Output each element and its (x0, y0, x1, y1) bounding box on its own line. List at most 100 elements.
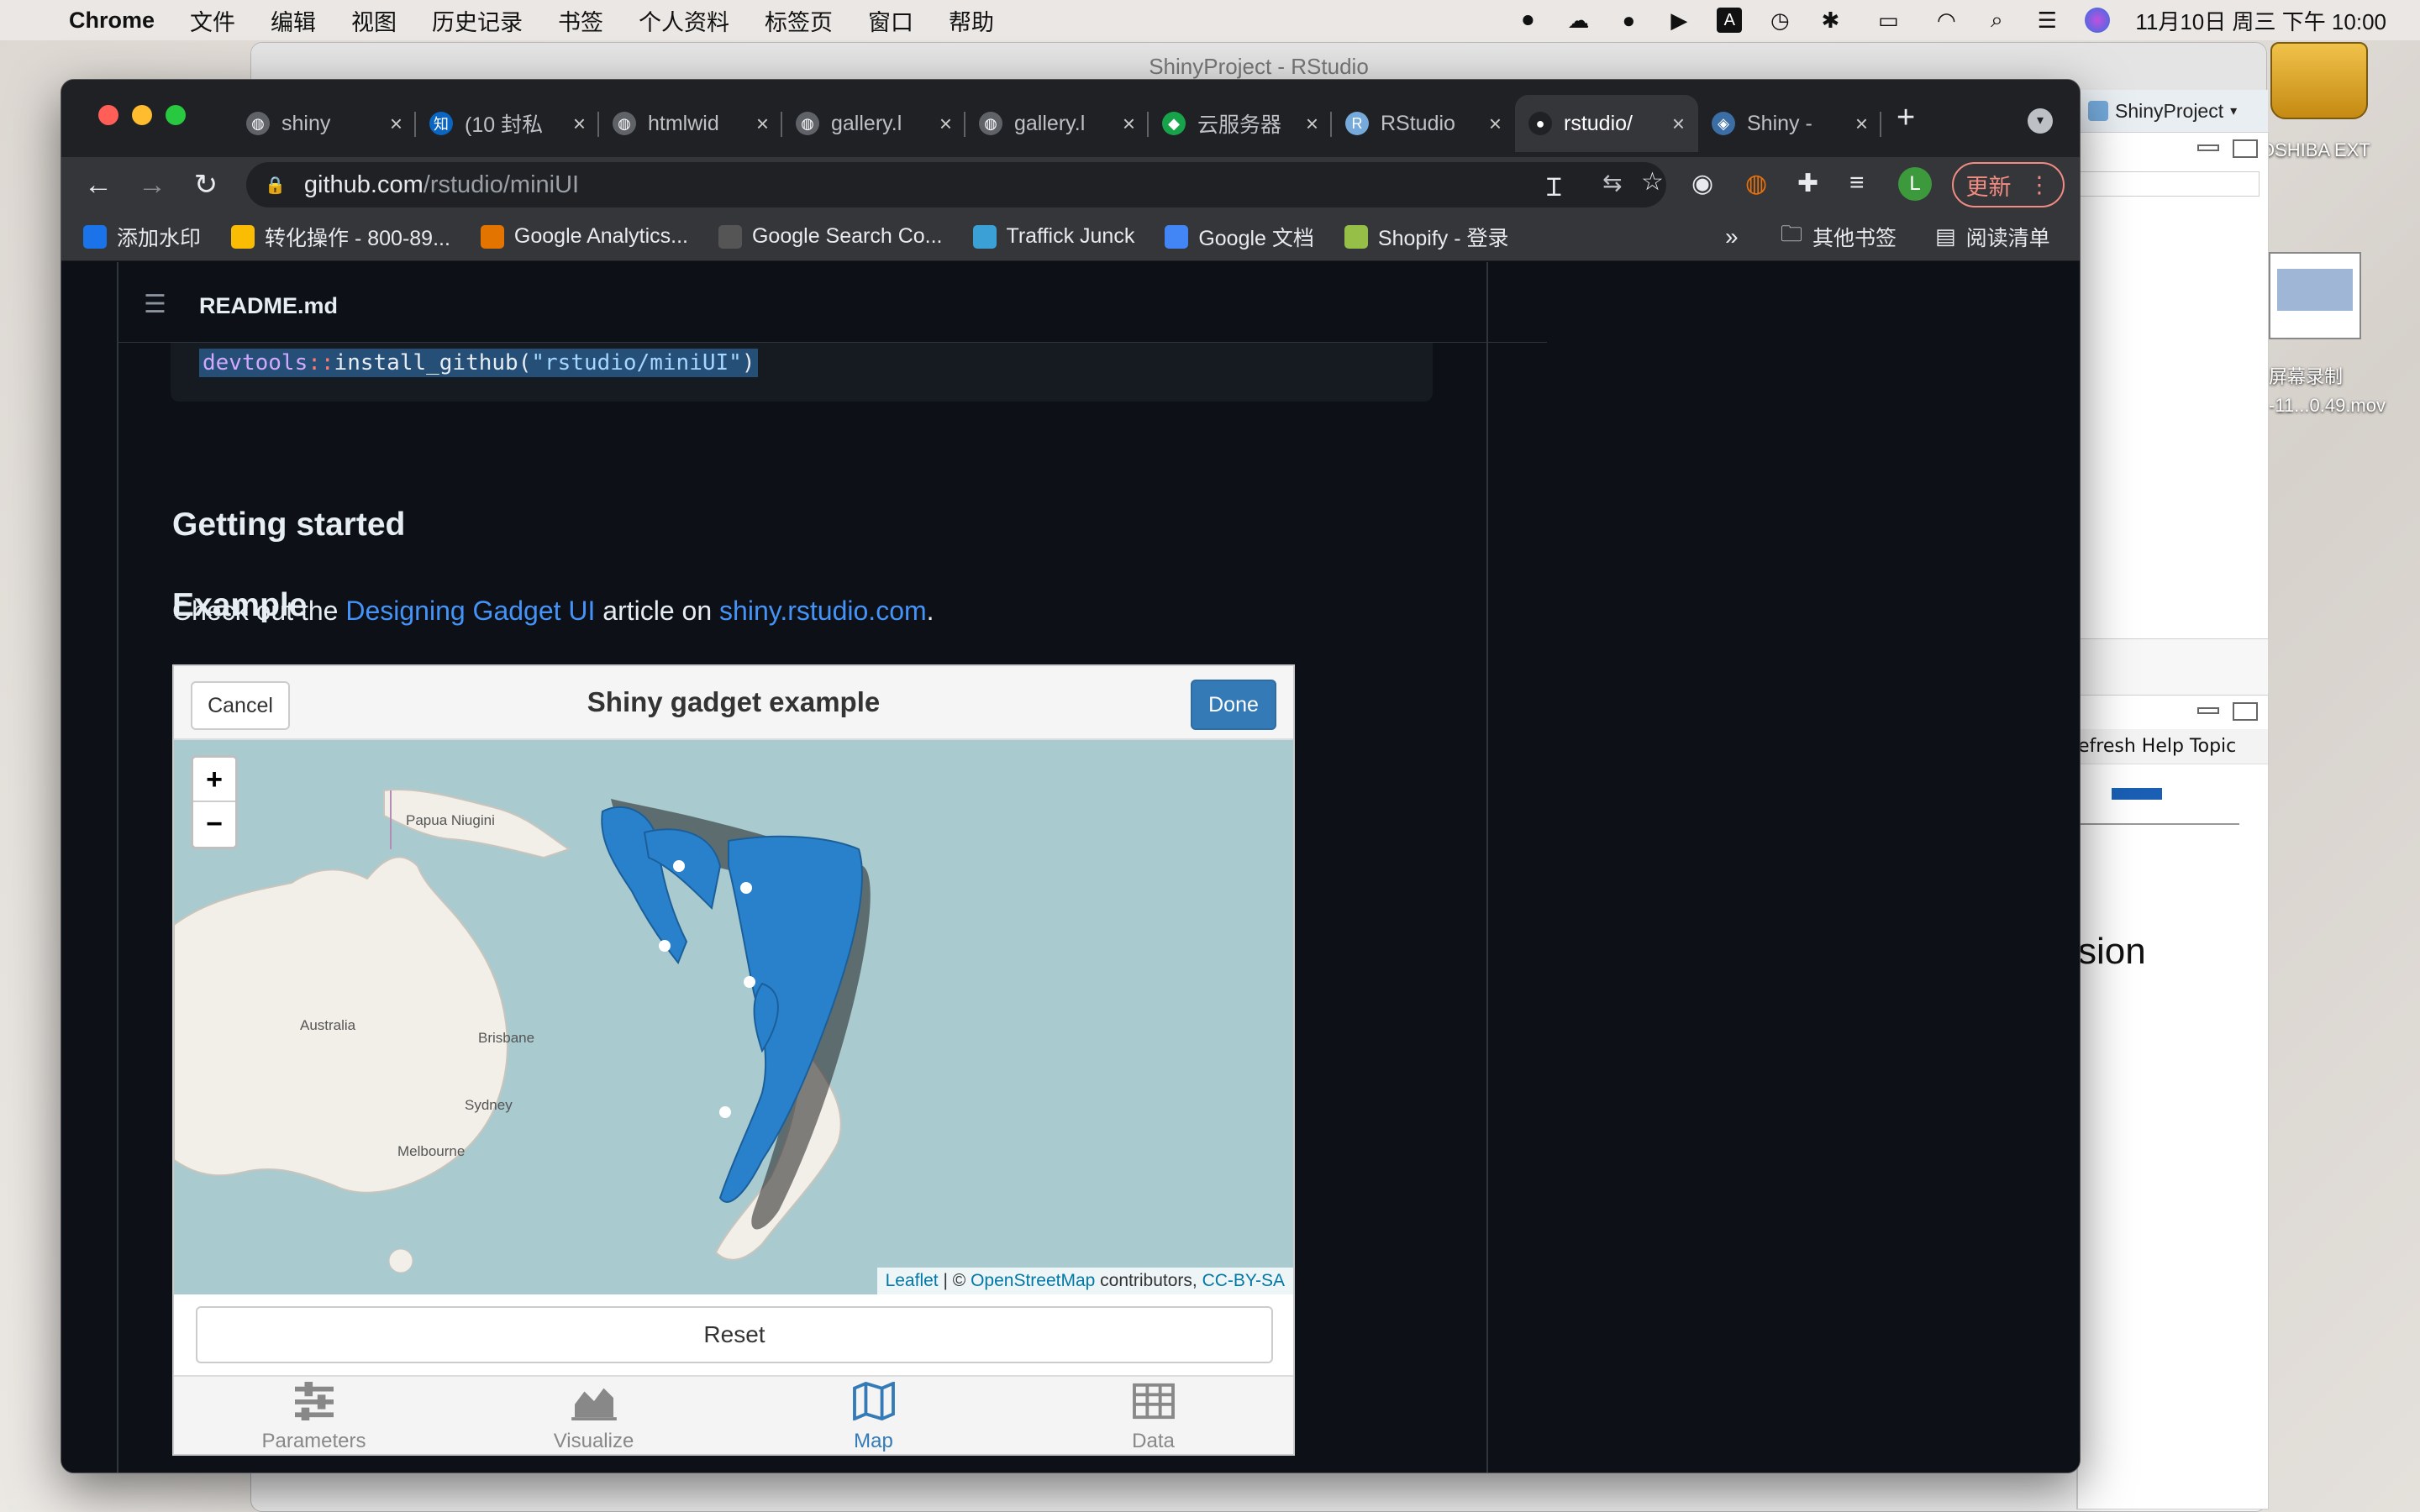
menu-history[interactable]: 历史记录 (432, 4, 523, 37)
external-drive-icon[interactable] (2270, 42, 2368, 119)
close-tab-icon[interactable]: × (1855, 111, 1868, 137)
reload-icon[interactable]: ↻ (179, 168, 233, 202)
address-bar[interactable]: 🔒 github.com/rstudio/miniUI Ɪ ⇆ ☆ (246, 162, 1666, 207)
battery-icon[interactable]: ▭ (1868, 8, 1908, 33)
play-icon[interactable]: ▶ (1666, 8, 1691, 33)
profile-avatar[interactable]: L (1898, 167, 1932, 201)
menu-bookmarks[interactable]: 书签 (558, 4, 603, 37)
menu-file[interactable]: 文件 (190, 4, 235, 37)
menubar-clock[interactable]: 11月10日 周三 下午 10:00 (2135, 5, 2386, 36)
translate-icon[interactable]: ⇆ (1602, 169, 1622, 197)
rstudio-icon: R (1345, 112, 1369, 135)
gadget-tab-visualize[interactable]: Visualize (454, 1377, 734, 1454)
search-icon[interactable]: ⌕ (1984, 7, 2009, 33)
leaflet-link[interactable]: Leaflet (886, 1271, 939, 1290)
minimize-icon[interactable] (2197, 707, 2219, 714)
tab-0[interactable]: ◍ shiny × (233, 95, 416, 152)
reading-list-label: 阅读清单 (1965, 226, 2050, 250)
tab-8[interactable]: ◈ Shiny - × (1698, 95, 1881, 152)
divider (1486, 262, 1488, 1473)
extension-color-icon[interactable]: ◍ (1745, 169, 1767, 198)
close-tab-icon[interactable]: × (1123, 111, 1135, 137)
leaflet-map[interactable]: + − Papua Niugini Australia Brisbane Syd… (174, 740, 1293, 1294)
other-bookmarks-folder[interactable]: 🗀 其他书签 (1781, 218, 1897, 255)
update-button[interactable]: 更新 ⋮ (1952, 162, 2065, 207)
gadget-tab-parameters[interactable]: Parameters (174, 1377, 454, 1454)
zoom-window-icon[interactable] (166, 105, 186, 125)
cloud-sync-icon[interactable]: ☁ (1565, 8, 1591, 33)
gadget-tab-map[interactable]: Map (734, 1377, 1013, 1454)
close-tab-icon[interactable]: × (573, 111, 586, 137)
input-method-icon[interactable]: A (1717, 8, 1743, 33)
outline-list-icon[interactable]: ☰ (144, 290, 166, 319)
close-tab-icon[interactable]: × (390, 111, 402, 137)
tab-1[interactable]: 知 (10 封私 × (416, 95, 599, 152)
qq-icon[interactable]: ● (1616, 8, 1641, 33)
menu-window[interactable]: 窗口 (868, 4, 913, 37)
tab-7[interactable]: ● rstudio/ × (1515, 95, 1698, 152)
menu-help[interactable]: 帮助 (949, 4, 994, 37)
bookmark-5[interactable]: Google 文档 (1165, 222, 1314, 252)
close-tab-icon[interactable]: × (939, 111, 952, 137)
osm-link[interactable]: OpenStreetMap (971, 1271, 1095, 1290)
close-window-icon[interactable] (98, 105, 118, 125)
recording-thumbnail[interactable] (2269, 252, 2361, 339)
menu-tabs[interactable]: 标签页 (765, 4, 833, 37)
siri-icon[interactable] (2085, 8, 2111, 33)
bookmark-star-icon[interactable]: ☆ (1641, 167, 1664, 197)
done-button[interactable]: Done (1191, 680, 1276, 730)
forward-icon[interactable]: → (125, 169, 179, 202)
gadget-tab-data[interactable]: Data (1013, 1377, 1293, 1454)
close-tab-icon[interactable]: × (756, 111, 769, 137)
control-center-icon[interactable]: ☰ (2034, 8, 2060, 33)
install-code[interactable]: devtools::install_github("rstudio/miniUI… (199, 349, 759, 377)
extension-circle-icon[interactable]: ◉ (1691, 169, 1713, 198)
close-tab-icon[interactable]: × (1489, 111, 1502, 137)
license-link[interactable]: CC-BY-SA (1202, 1271, 1285, 1290)
bookmark-4[interactable]: Traffick Junck (972, 222, 1134, 252)
rstudio-filter-field[interactable] (2078, 171, 2260, 197)
zoom-in-button[interactable]: + (193, 758, 235, 802)
menu-edit[interactable]: 编辑 (271, 4, 316, 37)
tab-2[interactable]: ◍ htmlwid × (599, 95, 782, 152)
menu-profile[interactable]: 个人资料 (639, 4, 729, 37)
maximize-icon[interactable] (2233, 139, 2258, 158)
bluetooth-icon[interactable]: ✱ (1818, 8, 1843, 33)
tab-4[interactable]: ◍ gallery.l × (965, 95, 1149, 152)
bookmark-0[interactable]: 添加水印 (83, 222, 201, 252)
bookmark-6[interactable]: Shopify - 登录 (1344, 222, 1509, 252)
bookmarks-overflow-icon[interactable]: » (1725, 223, 1739, 250)
maximize-icon[interactable] (2233, 702, 2258, 721)
minimize-icon[interactable] (2197, 144, 2219, 151)
menu-app-name[interactable]: Chrome (69, 8, 155, 34)
wifi-icon[interactable]: ◠ (1933, 8, 1959, 33)
reset-button[interactable]: Reset (196, 1306, 1273, 1363)
back-icon[interactable]: ← (71, 169, 125, 202)
text-cursor-icon: Ɪ (1547, 174, 1561, 202)
globe-icon: ◍ (979, 112, 1002, 135)
new-tab-icon[interactable]: + (1897, 100, 1915, 136)
menu-view[interactable]: 视图 (351, 4, 397, 37)
project-menu[interactable]: ShinyProject ▾ (2076, 90, 2268, 132)
bookmark-3[interactable]: Google Search Co... (718, 222, 943, 252)
tab-search-icon[interactable]: ▾ (2028, 108, 2053, 134)
shiny-rstudio-link[interactable]: shiny.rstudio.com (719, 596, 927, 626)
lock-icon[interactable]: 🔒 (265, 175, 286, 196)
zoom-out-button[interactable]: − (193, 802, 235, 847)
tab-6[interactable]: R RStudio × (1332, 95, 1515, 152)
extensions-puzzle-icon[interactable]: ✚ (1797, 169, 1818, 198)
help-refresh-link[interactable]: efresh Help Topic (2078, 729, 2268, 764)
designing-gadget-ui-link[interactable]: Designing Gadget UI (345, 596, 595, 626)
tab-3[interactable]: ◍ gallery.l × (782, 95, 965, 152)
attribution-text: contributors, (1095, 1271, 1202, 1290)
media-controls-icon[interactable]: ≡ (1849, 169, 1865, 197)
bookmark-1[interactable]: 转化操作 - 800-89... (231, 222, 450, 252)
record-stop-icon[interactable]: ⏺ (1515, 7, 1540, 33)
close-tab-icon[interactable]: × (1672, 111, 1685, 137)
reading-list[interactable]: ▤ 阅读清单 (1935, 222, 2050, 252)
time-machine-icon[interactable]: ◷ (1767, 8, 1792, 33)
bookmark-2[interactable]: Google Analytics... (480, 222, 688, 252)
tab-5[interactable]: ◆ 云服务器 × (1149, 95, 1332, 152)
minimize-window-icon[interactable] (132, 105, 152, 125)
close-tab-icon[interactable]: × (1306, 111, 1318, 137)
